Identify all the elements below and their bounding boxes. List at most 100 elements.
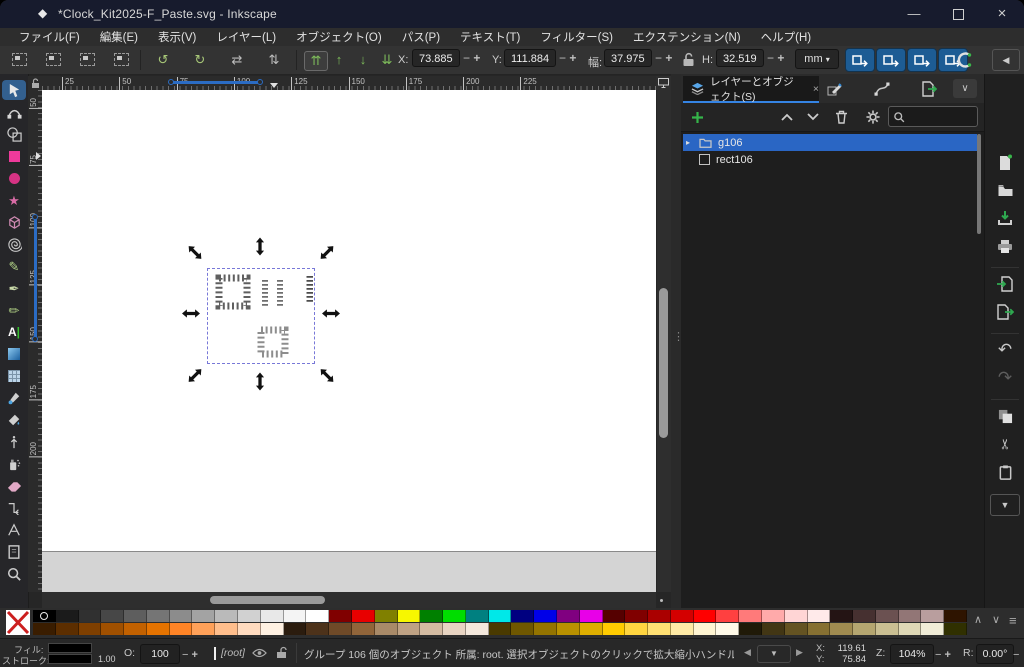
delete-layer-button[interactable] <box>831 108 851 126</box>
eraser-tool[interactable] <box>2 476 26 496</box>
close-button[interactable]: × <box>980 0 1024 28</box>
palette-swatch[interactable] <box>602 623 626 635</box>
palette-swatch[interactable] <box>78 623 102 635</box>
spray-tool[interactable] <box>2 454 26 474</box>
palette-swatch[interactable] <box>306 623 330 635</box>
palette-swatch[interactable] <box>55 623 79 635</box>
palette-swatch[interactable] <box>101 610 125 622</box>
layer-row-g106[interactable]: ▸ g106 <box>683 134 977 151</box>
palette-swatch[interactable] <box>397 610 421 622</box>
layer-search-input[interactable] <box>888 106 978 127</box>
palette-swatch[interactable] <box>853 623 876 635</box>
layer-visibility-eye-icon[interactable] <box>252 648 267 658</box>
palette-swatch[interactable] <box>670 610 694 622</box>
tab-close-icon[interactable]: × <box>813 83 819 95</box>
palette-swatch[interactable] <box>944 623 968 635</box>
selection-bounding-box[interactable] <box>207 268 315 364</box>
palette-swatch[interactable] <box>101 623 125 635</box>
menu-item-2[interactable]: 表示(V) <box>149 28 205 46</box>
paste-button[interactable] <box>995 462 1015 482</box>
palette-scroll-up-icon[interactable]: ∧ <box>974 613 982 626</box>
palette-swatch[interactable] <box>192 623 216 635</box>
palette-swatch[interactable] <box>351 610 375 622</box>
palette-swatch[interactable] <box>625 623 649 635</box>
palette-swatch[interactable] <box>875 623 899 635</box>
palette-swatch[interactable] <box>579 623 603 635</box>
pencil-tool[interactable]: ✎ <box>2 256 26 276</box>
palette-swatch[interactable] <box>465 610 489 622</box>
palette-swatch[interactable] <box>784 623 808 635</box>
scale-handle-2[interactable] <box>317 243 336 262</box>
scale-handle-5[interactable] <box>185 366 204 385</box>
commands-overflow-button[interactable]: ▼ <box>990 494 1020 516</box>
spiral-tool[interactable] <box>2 234 26 254</box>
canvas-vertical-scrollbar[interactable] <box>657 90 671 592</box>
pages-tool[interactable] <box>2 542 26 562</box>
menu-item-6[interactable]: テキスト(T) <box>451 28 529 46</box>
palette-swatch[interactable] <box>146 623 170 635</box>
tab-export[interactable] <box>920 80 938 98</box>
palette-swatch[interactable] <box>670 623 694 635</box>
palette-swatch[interactable] <box>33 610 56 622</box>
palette-swatch[interactable] <box>329 610 352 622</box>
palette-swatch[interactable] <box>648 623 671 635</box>
raise-to-top-icon[interactable]: ⇈ <box>304 51 328 71</box>
palette-swatch[interactable] <box>648 610 671 622</box>
palette-swatch[interactable] <box>443 610 466 622</box>
dropper-tool[interactable] <box>2 388 26 408</box>
x-spinner[interactable]: − + <box>463 49 480 67</box>
menu-item-3[interactable]: レイヤー(L) <box>207 28 285 46</box>
lower-icon[interactable]: ↓ <box>352 51 374 69</box>
palette-swatch[interactable] <box>739 623 762 635</box>
lock-ratio-icon[interactable] <box>682 52 695 67</box>
horizontal-ruler[interactable]: 255075100125150175200225 <box>42 76 656 90</box>
palette-swatch[interactable] <box>716 623 740 635</box>
rotation-spinner[interactable]: − <box>1013 646 1019 664</box>
palette-swatch[interactable] <box>488 623 512 635</box>
menu-item-7[interactable]: フィルター(S) <box>531 28 622 46</box>
no-color-swatch[interactable] <box>6 610 30 635</box>
next-layer-icon[interactable]: ▶ <box>796 647 803 658</box>
select-all-layers-icon[interactable] <box>42 51 64 69</box>
tab-overflow-button[interactable]: ∨ <box>953 79 977 98</box>
canvas[interactable] <box>42 90 656 592</box>
rotate-ccw-icon[interactable]: ↺ <box>152 51 174 69</box>
menu-item-0[interactable]: ファイル(F) <box>10 28 89 46</box>
palette-swatch[interactable] <box>534 623 557 635</box>
scale-stroke-toggle[interactable] <box>845 48 875 72</box>
x-field[interactable]: 73.885 <box>412 49 460 67</box>
palette-swatch[interactable] <box>55 610 79 622</box>
palette-swatch[interactable] <box>556 623 580 635</box>
palette-swatch[interactable] <box>625 610 649 622</box>
tab-path-effects[interactable] <box>873 80 891 98</box>
palette-swatch[interactable] <box>397 623 421 635</box>
layer-settings-gear-icon[interactable] <box>863 108 883 126</box>
document-open-button[interactable] <box>995 180 1015 200</box>
select-all-icon[interactable] <box>8 51 30 69</box>
palette-scroll-down-icon[interactable]: ∨ <box>992 613 1000 626</box>
width-spinner[interactable]: − + <box>655 49 672 67</box>
palette-swatch[interactable] <box>602 610 626 622</box>
rotation-field[interactable]: 0.00° <box>976 644 1014 664</box>
palette-swatch[interactable] <box>260 623 284 635</box>
palette-swatch[interactable] <box>374 610 398 622</box>
palette-swatch[interactable] <box>420 610 444 622</box>
layer-row-rect106[interactable]: rect106 <box>683 151 977 168</box>
mesh-gradient-tool[interactable] <box>2 366 26 386</box>
cut-button[interactable]: ✂ <box>995 434 1015 454</box>
palette-swatch[interactable] <box>830 623 854 635</box>
palette-swatch[interactable] <box>534 610 557 622</box>
tab-fill-stroke[interactable] <box>826 80 844 98</box>
palette-swatch[interactable] <box>465 623 489 635</box>
scale-handle-1[interactable] <box>255 237 265 256</box>
current-layer-indicator[interactable]: [root] <box>221 647 245 659</box>
palette-swatch[interactable] <box>693 610 717 622</box>
palette-swatch[interactable] <box>374 623 398 635</box>
scale-handle-7[interactable] <box>317 366 336 385</box>
selector-tool[interactable] <box>2 80 26 100</box>
calligraphy-tool[interactable]: ✏ <box>2 300 26 320</box>
scale-gradients-toggle[interactable] <box>907 48 937 72</box>
palette-swatch[interactable] <box>898 610 922 622</box>
width-field[interactable]: 37.975 <box>604 49 652 67</box>
palette-swatch[interactable] <box>762 623 785 635</box>
